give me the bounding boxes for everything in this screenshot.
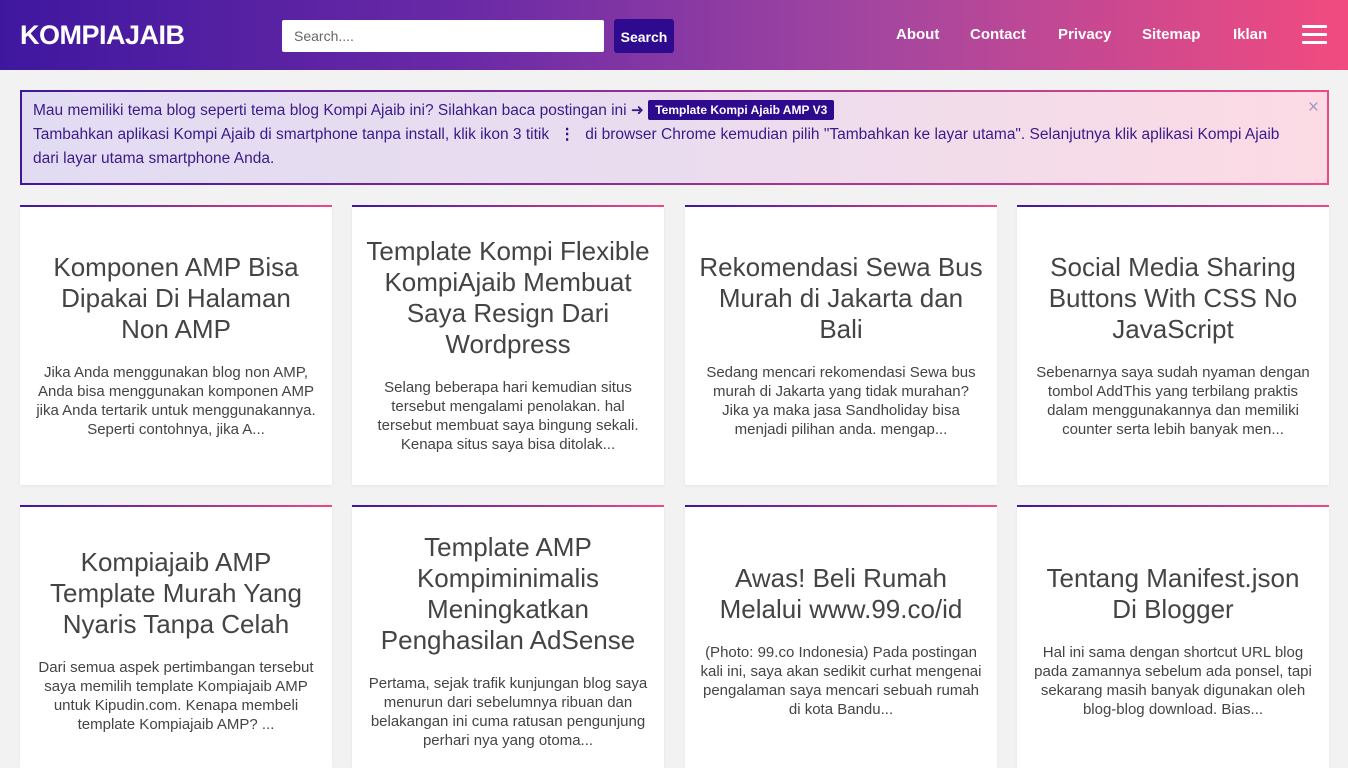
post-excerpt: Pertama, sejak trafik kunjungan blog say…: [368, 674, 648, 749]
notice-text-2a: Tambahkan aplikasi Kompi Ajaib di smartp…: [33, 126, 550, 143]
notice-box: Mau memiliki tema blog seperti tema blog…: [20, 90, 1329, 185]
post-card[interactable]: Awas! Beli Rumah Melalui www.99.co/id (P…: [685, 505, 997, 768]
nav-contact[interactable]: Contact: [970, 26, 1026, 44]
notice-text-1: Mau memiliki tema blog seperti tema blog…: [33, 102, 644, 119]
post-title[interactable]: Tentang Manifest.json Di Blogger: [1031, 563, 1315, 625]
template-link-tag[interactable]: Template Kompi Ajaib AMP V3: [648, 100, 835, 120]
site-header: KOMPIAJAIB Search About Contact Privacy …: [0, 0, 1348, 70]
post-title[interactable]: Kompiajaib AMP Template Murah Yang Nyari…: [34, 547, 318, 640]
post-title[interactable]: Rekomendasi Sewa Bus Murah di Jakarta da…: [699, 252, 983, 345]
post-title[interactable]: Social Media Sharing Buttons With CSS No…: [1031, 252, 1315, 345]
notice-line-2: Tambahkan aplikasi Kompi Ajaib di smartp…: [33, 123, 1287, 171]
search-input[interactable]: [282, 20, 604, 52]
nav-privacy[interactable]: Privacy: [1058, 26, 1111, 44]
site-logo[interactable]: KOMPIAJAIB: [20, 18, 185, 52]
post-card[interactable]: Template AMP Kompiminimalis Meningkatkan…: [352, 505, 664, 768]
post-title[interactable]: Awas! Beli Rumah Melalui www.99.co/id: [699, 563, 983, 625]
post-card[interactable]: Komponen AMP Bisa Dipakai Di Halaman Non…: [20, 205, 332, 485]
post-excerpt: Dari semua aspek pertimbangan tersebut s…: [38, 659, 314, 733]
post-title[interactable]: Template Kompi Flexible KompiAjaib Membu…: [366, 236, 650, 360]
nav-sitemap[interactable]: Sitemap: [1142, 26, 1200, 44]
post-card[interactable]: Kompiajaib AMP Template Murah Yang Nyari…: [20, 505, 332, 768]
post-excerpt: Jika Anda menggunakan blog non AMP, Anda…: [36, 363, 316, 438]
post-excerpt: Hal ini sama dengan shortcut URL blog pa…: [1034, 643, 1312, 718]
post-excerpt: Sebenarnya saya sudah nyaman dengan tomb…: [1036, 363, 1310, 438]
post-excerpt: Selang beberapa hari kemudian situs ters…: [377, 379, 639, 453]
post-title[interactable]: Template AMP Kompiminimalis Meningkatkan…: [366, 532, 650, 656]
post-card[interactable]: Tentang Manifest.json Di Blogger Hal ini…: [1017, 505, 1329, 768]
hamburger-icon[interactable]: [1302, 25, 1327, 45]
close-icon[interactable]: ×: [1308, 96, 1319, 120]
post-card[interactable]: Rekomendasi Sewa Bus Murah di Jakarta da…: [685, 205, 997, 485]
search-button[interactable]: Search: [614, 19, 674, 53]
three-dots-icon: ⋮: [559, 126, 575, 143]
post-card[interactable]: Social Media Sharing Buttons With CSS No…: [1017, 205, 1329, 485]
nav-about[interactable]: About: [896, 26, 939, 44]
post-title[interactable]: Komponen AMP Bisa Dipakai Di Halaman Non…: [34, 252, 318, 345]
post-excerpt: (Photo: 99.co Indonesia) Pada postingan …: [700, 643, 982, 718]
post-card[interactable]: Template Kompi Flexible KompiAjaib Membu…: [352, 205, 664, 485]
nav-iklan[interactable]: Iklan: [1233, 26, 1267, 44]
notice-line-1: Mau memiliki tema blog seperti tema blog…: [33, 99, 1287, 123]
post-excerpt: Sedang mencari rekomendasi Sewa bus mura…: [706, 363, 976, 438]
